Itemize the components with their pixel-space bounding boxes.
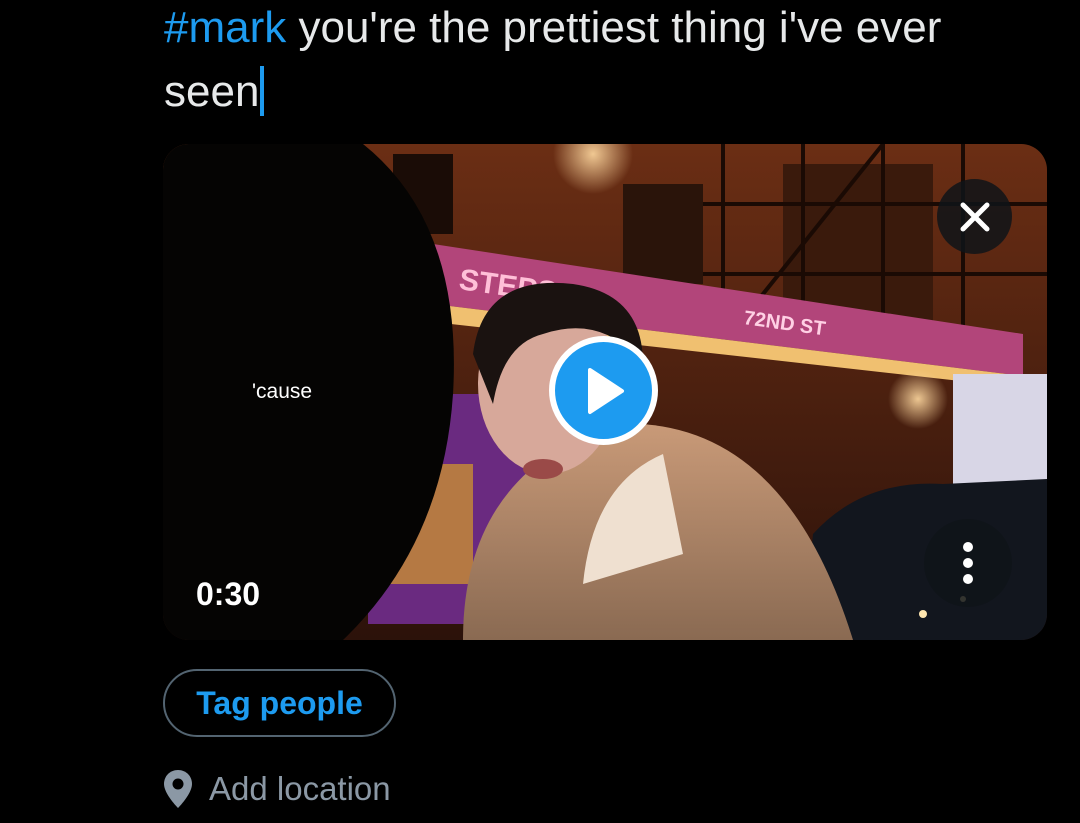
video-duration: 0:30 — [196, 576, 261, 612]
play-icon — [587, 367, 624, 414]
play-button[interactable] — [549, 336, 658, 445]
remove-media-button[interactable] — [937, 179, 1012, 254]
more-vertical-icon — [963, 542, 973, 584]
add-location-button[interactable]: Add location — [163, 764, 391, 814]
map-pin-icon — [164, 770, 192, 808]
media-options-button[interactable] — [924, 519, 1012, 607]
close-icon — [960, 202, 989, 231]
tag-people-button[interactable]: Tag people — [163, 669, 396, 737]
video-subtitle: 'cause — [252, 380, 313, 403]
text-caret — [260, 66, 265, 116]
tweet-text-input[interactable]: #mark you're the prettiest thing i've ev… — [164, 0, 1044, 124]
hashtag-mark[interactable]: #mark — [164, 3, 286, 52]
add-location-label: Add location — [209, 770, 391, 807]
